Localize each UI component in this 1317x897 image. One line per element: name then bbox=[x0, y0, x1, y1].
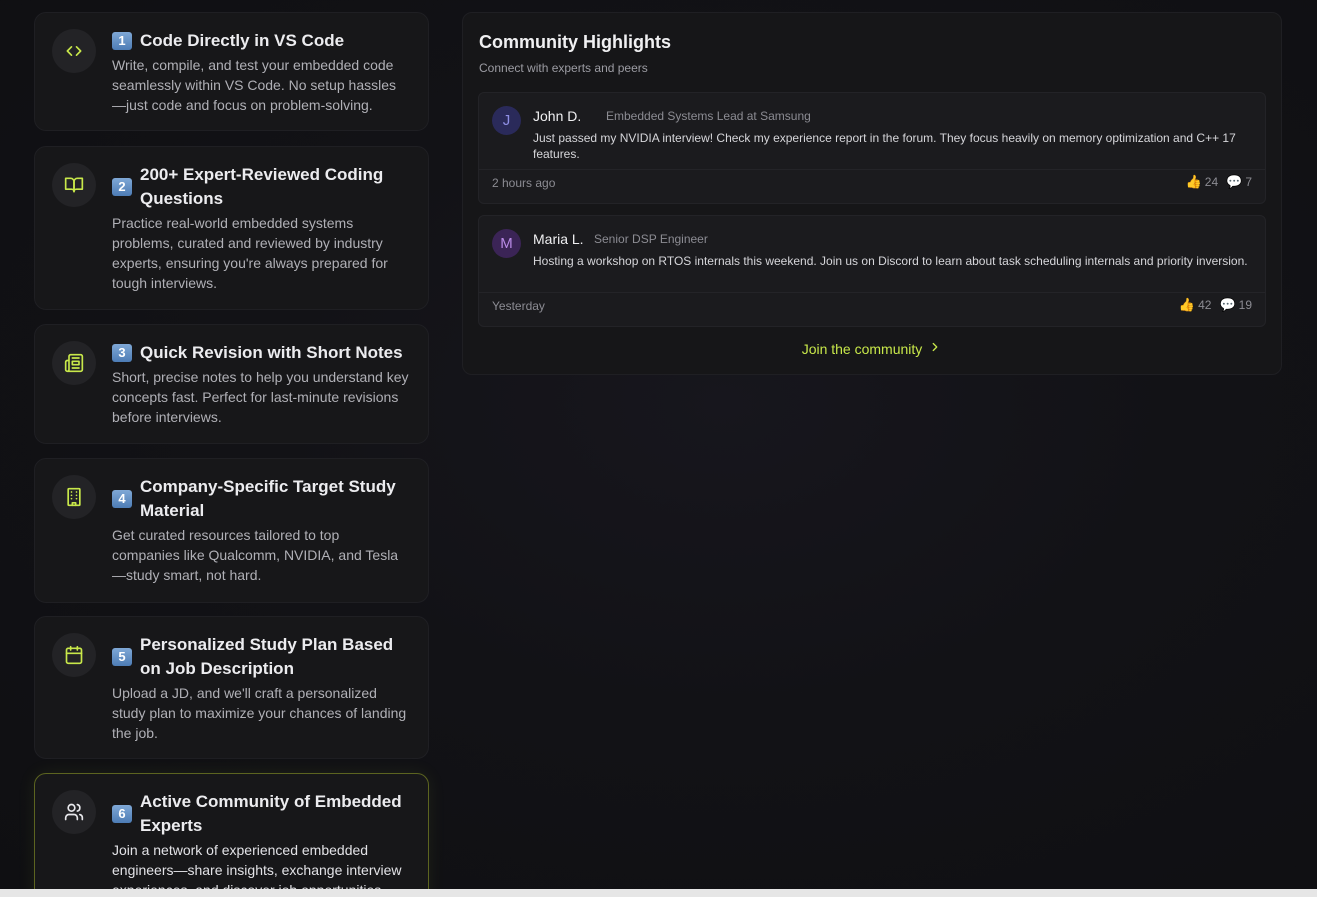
number-badge: 6 bbox=[112, 805, 132, 823]
feature-title: 5 Personalized Study Plan Based on Job D… bbox=[112, 633, 410, 681]
horizontal-scrollbar[interactable] bbox=[0, 889, 1317, 897]
feature-description: Practice real-world embedded systems pro… bbox=[112, 215, 388, 291]
comment-icon: 💬 bbox=[1226, 174, 1243, 189]
feature-card-notes: 3 Quick Revision with Short Notes Short,… bbox=[34, 324, 429, 444]
like-stat[interactable]: 👍 42 bbox=[1179, 297, 1212, 313]
comment-count: 19 bbox=[1238, 298, 1252, 312]
community-highlights-panel: Community Highlights Connect with expert… bbox=[462, 12, 1282, 375]
post-author-role: Embedded Systems Lead at Samsung bbox=[606, 109, 811, 123]
community-post[interactable]: J John D. Embedded Systems Lead at Samsu… bbox=[478, 92, 1266, 204]
post-author-role: Senior DSP Engineer bbox=[594, 232, 708, 246]
feature-title-text: Personalized Study Plan Based on Job Des… bbox=[140, 635, 394, 678]
newspaper-icon bbox=[52, 341, 96, 385]
comment-icon: 💬 bbox=[1219, 297, 1236, 312]
thumbs-up-icon: 👍 bbox=[1178, 297, 1196, 312]
feature-description: Write, compile, and test your embedded c… bbox=[112, 57, 397, 113]
number-badge: 5 bbox=[112, 648, 132, 666]
post-divider bbox=[479, 169, 1265, 170]
comment-stat[interactable]: 💬 7 bbox=[1226, 174, 1252, 190]
code-icon bbox=[52, 29, 96, 73]
feature-card-company: 4 Company-Specific Target Study Material… bbox=[34, 458, 429, 603]
panel-subtitle: Connect with experts and peers bbox=[479, 61, 648, 75]
book-open-icon bbox=[52, 163, 96, 207]
like-count: 24 bbox=[1204, 175, 1219, 189]
feature-title: 6 Active Community of Embedded Experts bbox=[112, 790, 410, 838]
join-community-label: Join the community bbox=[801, 340, 923, 357]
feature-title-text: Code Directly in VS Code bbox=[140, 31, 345, 50]
building-icon bbox=[52, 475, 96, 519]
feature-title-text: 200+ Expert-Reviewed Coding Questions bbox=[140, 165, 384, 208]
comment-stat[interactable]: 💬 19 bbox=[1219, 297, 1252, 313]
community-post[interactable]: M Maria L. Senior DSP Engineer Hosting a… bbox=[478, 215, 1266, 327]
post-author: John D. bbox=[533, 108, 582, 124]
like-stat[interactable]: 👍 24 bbox=[1186, 174, 1219, 190]
feature-title-text: Quick Revision with Short Notes bbox=[140, 343, 403, 362]
feature-title: 2 200+ Expert-Reviewed Coding Questions bbox=[112, 163, 410, 211]
feature-title-text: Active Community of Embedded Experts bbox=[140, 792, 402, 835]
post-stats: 👍 42 💬 19 bbox=[1179, 297, 1252, 313]
number-badge: 4 bbox=[112, 490, 132, 508]
feature-title: 3 Quick Revision with Short Notes bbox=[112, 341, 410, 365]
feature-card-vscode: 1 Code Directly in VS Code Write, compil… bbox=[34, 12, 429, 131]
feature-title: 4 Company-Specific Target Study Material bbox=[112, 475, 410, 523]
avatar: J bbox=[492, 106, 521, 135]
thumbs-up-icon: 👍 bbox=[1185, 174, 1202, 189]
join-community-link[interactable]: Join the community bbox=[463, 340, 1281, 357]
feature-description: Short, precise notes to help you underst… bbox=[112, 369, 409, 425]
number-badge: 2 bbox=[112, 178, 132, 196]
number-badge: 3 bbox=[112, 344, 132, 362]
like-count: 42 bbox=[1198, 298, 1212, 312]
feature-card-study-plan: 5 Personalized Study Plan Based on Job D… bbox=[34, 616, 429, 759]
post-divider bbox=[479, 292, 1265, 293]
avatar: M bbox=[492, 229, 521, 258]
post-text: Hosting a workshop on RTOS internals thi… bbox=[533, 254, 1248, 268]
feature-title-text: Company-Specific Target Study Material bbox=[140, 477, 396, 520]
post-timestamp: 2 hours ago bbox=[492, 176, 556, 190]
number-badge: 1 bbox=[112, 32, 132, 50]
feature-title: 1 Code Directly in VS Code bbox=[112, 29, 410, 53]
feature-card-community[interactable]: 6 Active Community of Embedded Experts J… bbox=[34, 773, 429, 897]
post-text: Just passed my NVIDIA interview! Check m… bbox=[533, 131, 1236, 161]
feature-card-questions: 2 200+ Expert-Reviewed Coding Questions … bbox=[34, 146, 429, 310]
feature-description: Upload a JD, and we'll craft a personali… bbox=[112, 685, 407, 741]
calendar-icon bbox=[52, 633, 96, 677]
post-author: Maria L. bbox=[533, 231, 584, 247]
feature-description: Get curated resources tailored to top co… bbox=[112, 527, 399, 583]
chevron-right-icon bbox=[928, 340, 942, 357]
panel-title: Community Highlights bbox=[479, 32, 671, 52]
post-timestamp: Yesterday bbox=[492, 299, 545, 313]
comment-count: 7 bbox=[1245, 175, 1252, 189]
users-icon bbox=[52, 790, 96, 834]
post-stats: 👍 24 💬 7 bbox=[1186, 174, 1252, 190]
